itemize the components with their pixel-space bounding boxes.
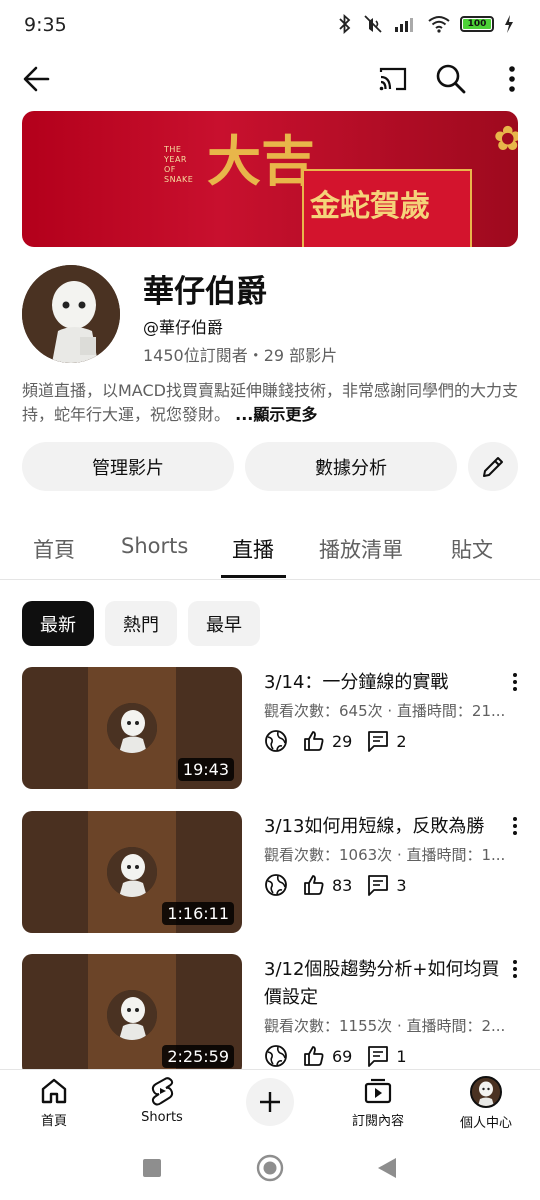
video-stats: 83 3: [264, 873, 407, 897]
manage-videos-button[interactable]: 管理影片: [22, 442, 234, 491]
video-duration: 19:43: [177, 758, 234, 781]
nav-subscriptions-label: 訂閱內容: [351, 1114, 404, 1129]
recents-icon[interactable]: [142, 1158, 162, 1178]
tab-posts[interactable]: 貼文: [451, 534, 493, 564]
app-bar: [0, 52, 540, 106]
create-button[interactable]: [246, 1078, 294, 1126]
chip-popular[interactable]: 熱門: [105, 601, 177, 646]
robot-thumb-icon: [107, 990, 157, 1040]
robot-avatar-icon: [22, 265, 120, 363]
plus-icon: [260, 1092, 280, 1112]
video-row[interactable]: 2:25:59 3/12個股趨勢分析+如何均買價設定 觀看次數：1155次 · …: [0, 954, 540, 1078]
tab-shorts[interactable]: Shorts: [121, 534, 188, 558]
video-duration: 1:16:11: [162, 902, 234, 925]
wifi-icon: [428, 16, 450, 33]
more-vert-icon[interactable]: [502, 62, 522, 96]
back-triangle-icon[interactable]: [376, 1156, 398, 1180]
nav-profile[interactable]: 個人中心: [441, 1076, 531, 1131]
like-count: 83: [332, 875, 353, 895]
comment-count: 2: [396, 731, 407, 751]
robot-thumb-icon: [107, 703, 157, 753]
back-arrow-icon[interactable]: [18, 62, 58, 96]
thumbs-up-icon: [304, 875, 324, 895]
search-icon[interactable]: [434, 62, 468, 96]
active-tab-indicator: [221, 575, 286, 578]
bluetooth-icon: [339, 14, 351, 34]
video-row[interactable]: 19:43 3/14：一分鐘線的實戰 觀看次數：645次 · 直播時間：21..…: [0, 667, 540, 791]
charging-icon: [505, 15, 513, 33]
video-title[interactable]: 3/14：一分鐘線的實戰: [264, 669, 508, 697]
profile-avatar: [470, 1076, 502, 1108]
show-more-link[interactable]: ...顯示更多: [235, 405, 317, 424]
home-circle-icon[interactable]: [256, 1154, 284, 1182]
tab-live[interactable]: 直播: [232, 534, 274, 564]
nav-profile-label: 個人中心: [459, 1116, 512, 1131]
battery-icon: 100: [460, 16, 494, 32]
video-duration: 2:25:59: [162, 1045, 234, 1068]
video-row[interactable]: 1:16:11 3/13如何用短線，反敗為勝 觀看次數：1063次 · 直播時間…: [0, 811, 540, 935]
like-count: 29: [332, 731, 353, 751]
status-icons: 100: [338, 14, 514, 34]
chip-latest[interactable]: 最新: [22, 601, 94, 646]
analytics-button[interactable]: 數據分析: [245, 442, 457, 491]
edit-channel-button[interactable]: [468, 442, 518, 491]
nav-home[interactable]: 首頁: [9, 1076, 99, 1129]
video-stats: 69 1: [264, 1044, 407, 1068]
tab-playlists[interactable]: 播放清單: [319, 534, 403, 564]
comment-icon: [368, 875, 389, 896]
status-time: 9:35: [24, 14, 67, 36]
comment-count: 3: [396, 875, 407, 895]
video-meta: 觀看次數：1155次 · 直播時間：2...: [264, 1017, 506, 1035]
channel-tabs: 首頁 Shorts 直播 播放清單 貼文: [0, 518, 540, 580]
channel-stats: 1450位訂閱者・29 部影片: [143, 346, 338, 365]
battery-level: 100: [463, 19, 491, 29]
like-count: 69: [332, 1046, 353, 1066]
subscriptions-icon: [364, 1078, 392, 1104]
globe-icon: [265, 874, 287, 896]
comment-icon: [368, 1046, 389, 1067]
globe-icon: [265, 730, 287, 752]
cast-icon[interactable]: [376, 62, 410, 96]
comment-count: 1: [396, 1046, 407, 1066]
banner-corner-ornament: ✿: [493, 119, 519, 159]
video-title[interactable]: 3/13如何用短線，反敗為勝: [264, 813, 508, 841]
system-nav-bar: [0, 1140, 540, 1200]
channel-handle: @華仔伯爵: [143, 318, 224, 337]
signal-icon: [395, 18, 413, 32]
thumbs-up-icon: [304, 731, 324, 751]
nav-shorts-label: Shorts: [141, 1110, 183, 1125]
status-bar: 9:35 100: [0, 0, 540, 52]
channel-name: 華仔伯爵: [143, 274, 267, 310]
nav-subscriptions[interactable]: 訂閱內容: [333, 1076, 423, 1129]
banner-year-text: THE YEAR OF SNAKE: [164, 145, 194, 184]
tab-home[interactable]: 首頁: [33, 534, 75, 564]
video-title[interactable]: 3/12個股趨勢分析+如何均買價設定: [264, 956, 508, 1012]
banner-big-char: 大吉: [207, 129, 315, 193]
channel-banner[interactable]: 大吉 THE YEAR OF SNAKE 金蛇賀歲 ✿: [22, 111, 518, 247]
video-more-icon[interactable]: [510, 958, 520, 980]
mute-icon: [364, 15, 382, 33]
pencil-icon: [483, 456, 503, 477]
chip-oldest[interactable]: 最早: [188, 601, 260, 646]
channel-avatar[interactable]: [22, 265, 120, 363]
comment-icon: [368, 731, 389, 752]
video-more-icon[interactable]: [510, 815, 520, 837]
bottom-navigation: 首頁 Shorts 訂閱內容 個人中心: [0, 1069, 540, 1137]
banner-red-text: 金蛇賀歲: [310, 189, 430, 224]
channel-description[interactable]: 頻道直播，以MACD找買賣點延伸賺錢技術，非常感謝同學們的大力支持，蛇年行大運，…: [22, 379, 522, 427]
video-more-icon[interactable]: [510, 671, 520, 693]
shorts-icon: [151, 1077, 174, 1106]
thumbs-up-icon: [304, 1046, 324, 1066]
video-thumbnail[interactable]: 1:16:11: [22, 811, 242, 933]
video-meta: 觀看次數：1063次 · 直播時間：1...: [264, 846, 506, 864]
video-thumbnail[interactable]: 19:43: [22, 667, 242, 789]
nav-home-label: 首頁: [40, 1114, 67, 1129]
home-icon: [41, 1078, 67, 1104]
video-meta: 觀看次數：645次 · 直播時間：21...: [264, 702, 506, 720]
nav-shorts[interactable]: Shorts: [117, 1076, 207, 1125]
video-stats: 29 2: [264, 729, 407, 753]
video-thumbnail[interactable]: 2:25:59: [22, 954, 242, 1076]
globe-icon: [265, 1045, 287, 1067]
robot-thumb-icon: [107, 847, 157, 897]
